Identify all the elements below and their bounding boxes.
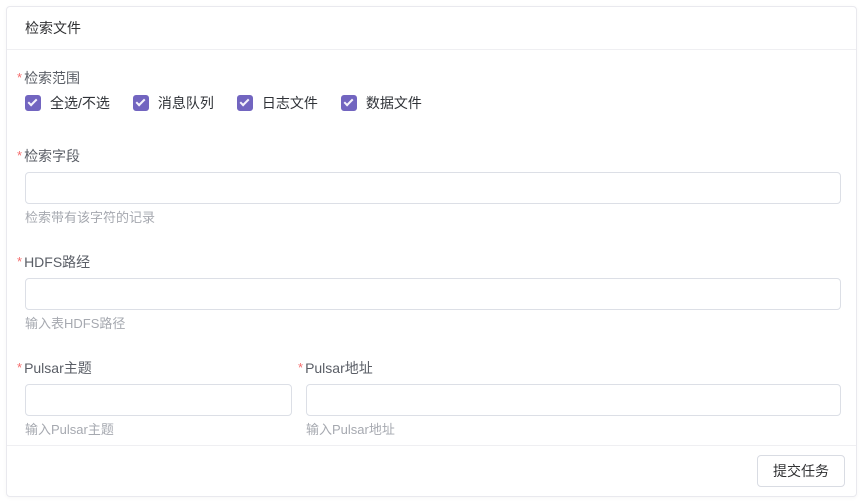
pulsar-address-hint: 输入Pulsar地址 [306,423,841,436]
search-field-hint: 检索带有该字符的记录 [25,211,841,224]
hdfs-path-label: * HDFS路经 [17,252,841,272]
checkbox-checked-icon[interactable] [25,95,41,111]
hdfs-path-input[interactable] [25,278,841,310]
check-icon [239,97,249,107]
hdfs-path-hint: 输入表HDFS路径 [25,317,841,330]
required-asterisk: * [17,252,22,272]
search-field-label-text: 检索字段 [24,146,80,166]
checkbox-data-files[interactable]: 数据文件 [341,94,422,112]
pulsar-topic-field: * Pulsar主题 输入Pulsar主题 [25,358,292,436]
checkbox-log-files[interactable]: 日志文件 [237,94,318,112]
pulsar-topic-input[interactable] [25,384,292,416]
pulsar-row: * Pulsar主题 输入Pulsar主题 * Pulsar地址 输入Pulsa… [25,358,841,436]
scope-label-text: 检索范围 [24,68,80,88]
checkbox-label[interactable]: 日志文件 [262,94,318,112]
check-icon [28,97,38,107]
required-asterisk: * [17,68,22,88]
search-form: * 检索范围 全选/不选 消息队列 日志文件 数据文件 * 检索 [7,50,856,445]
required-asterisk: * [17,358,22,378]
checkbox-checked-icon[interactable] [341,95,357,111]
required-asterisk: * [17,146,22,166]
check-icon [343,97,353,107]
pulsar-address-label: * Pulsar地址 [298,358,841,378]
search-field-input[interactable] [25,172,841,204]
pulsar-address-field: * Pulsar地址 输入Pulsar地址 [306,358,841,436]
search-files-card: 检索文件 * 检索范围 全选/不选 消息队列 日志文件 数据文件 [6,6,857,497]
scope-label: * 检索范围 [17,68,841,88]
hdfs-path-label-text: HDFS路经 [24,252,90,272]
pulsar-topic-label-text: Pulsar主题 [24,358,92,378]
pulsar-topic-hint: 输入Pulsar主题 [25,423,292,436]
checkbox-label[interactable]: 全选/不选 [50,94,110,112]
required-asterisk: * [298,358,303,378]
checkbox-label[interactable]: 数据文件 [366,94,422,112]
pulsar-topic-label: * Pulsar主题 [17,358,292,378]
pulsar-address-label-text: Pulsar地址 [305,358,373,378]
checkbox-label[interactable]: 消息队列 [158,94,214,112]
checkbox-checked-icon[interactable] [237,95,253,111]
card-title: 检索文件 [7,7,856,50]
pulsar-address-input[interactable] [306,384,841,416]
card-footer: 提交任务 [7,445,856,496]
checkbox-message-queue[interactable]: 消息队列 [133,94,214,112]
checkbox-select-all[interactable]: 全选/不选 [25,94,110,112]
checkbox-checked-icon[interactable] [133,95,149,111]
search-field-label: * 检索字段 [17,146,841,166]
check-icon [135,97,145,107]
submit-task-button[interactable]: 提交任务 [757,455,845,487]
scope-checkbox-group: 全选/不选 消息队列 日志文件 数据文件 [25,94,841,112]
